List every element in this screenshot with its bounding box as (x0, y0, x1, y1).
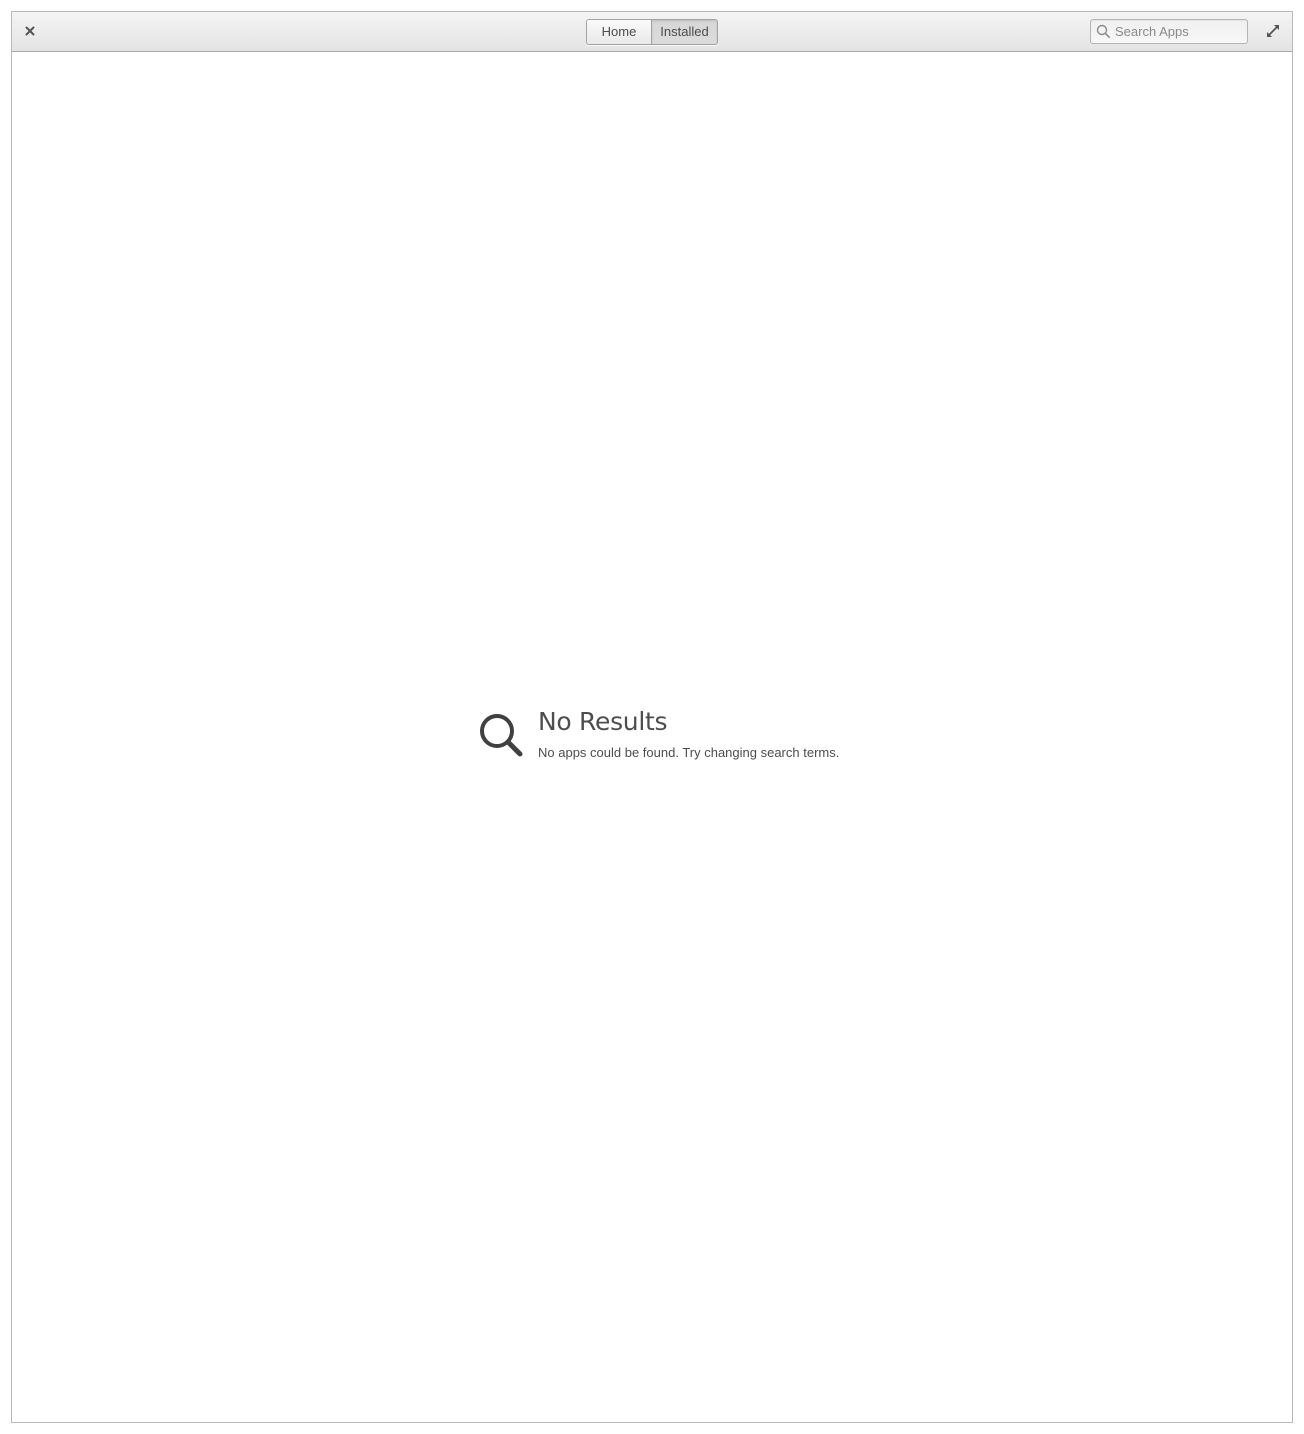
search-input[interactable] (1115, 20, 1243, 43)
fullscreen-icon (1267, 25, 1279, 37)
empty-state-title: No Results (538, 707, 668, 736)
fullscreen-button[interactable] (1265, 23, 1281, 39)
header-bar: Home Installed (12, 12, 1292, 52)
tab-home[interactable]: Home (587, 20, 652, 44)
search-icon (480, 714, 523, 757)
view-switcher: Home Installed (586, 19, 718, 45)
close-icon (25, 26, 35, 36)
search-icon (1096, 24, 1110, 38)
close-button[interactable] (21, 22, 39, 40)
app-window: Home Installed No Results No apps could … (11, 11, 1293, 1423)
empty-state: No Results No apps could be found. Try c… (478, 707, 898, 767)
empty-state-description: No apps could be found. Try changing sea… (538, 745, 840, 760)
tab-installed[interactable]: Installed (652, 20, 717, 44)
search-field[interactable] (1090, 19, 1248, 44)
